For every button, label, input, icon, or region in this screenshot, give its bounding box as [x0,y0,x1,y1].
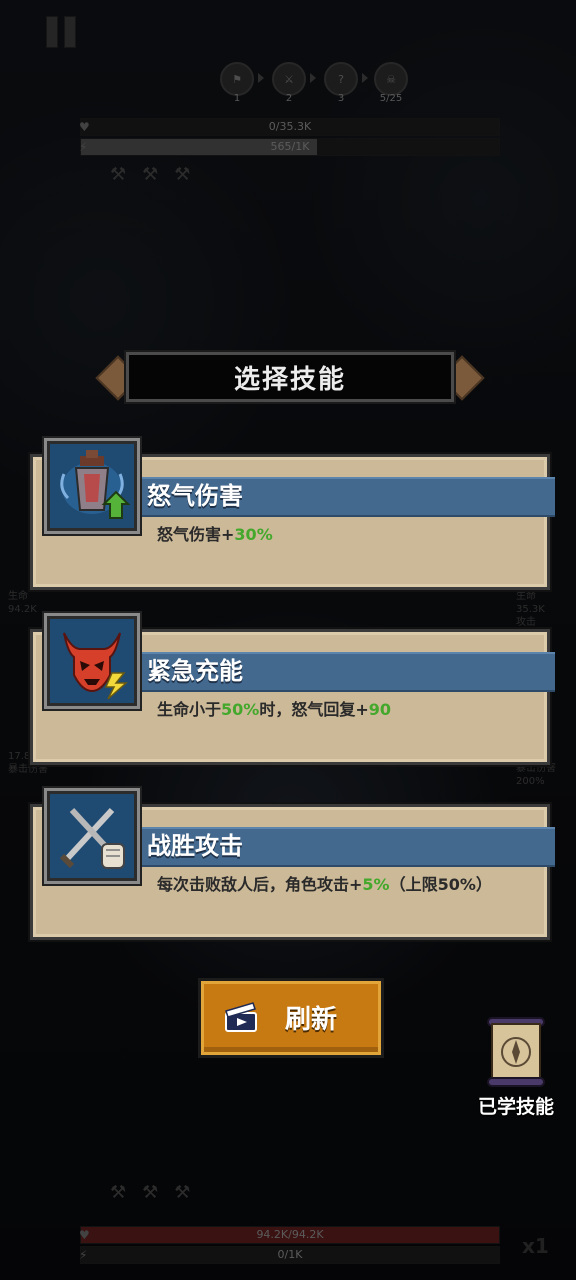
skill-description: 怒气伤害+30% [157,525,273,544]
skill-description: 每次击败敌人后，角色攻击+5%（上限50%） [157,875,492,894]
scroll-icon [487,1017,545,1087]
demon-skull-lightning-icon [47,616,137,706]
skill-card-emergency-charge[interactable]: 紧急充能 生命小于50%时，怒气回复+90 [30,616,555,765]
video-clapperboard-icon [225,1002,257,1032]
skill-name: 怒气伤害 [147,482,243,510]
skill-description: 生命小于50%时，怒气回复+90 [157,700,391,719]
crossed-swords-fist-icon [47,791,137,881]
skill-card-victory-attack[interactable]: 战胜攻击 每次击败敌人后，角色攻击+5%（上限50%） [30,791,555,940]
dialog-title: 选择技能 [124,350,456,404]
skill-name: 战胜攻击 [147,832,243,860]
demon-knight-icon [47,441,137,531]
learned-skills-button[interactable]: 已学技能 [466,1012,566,1122]
refresh-button[interactable]: 刷新 [198,978,384,1058]
skill-card-rage-damage[interactable]: 怒气伤害 怒气伤害+30% [30,441,555,590]
skill-name: 紧急充能 [147,657,243,685]
dialog-title-banner: 选择技能 [95,348,485,406]
refresh-label: 刷新 [285,1005,338,1035]
